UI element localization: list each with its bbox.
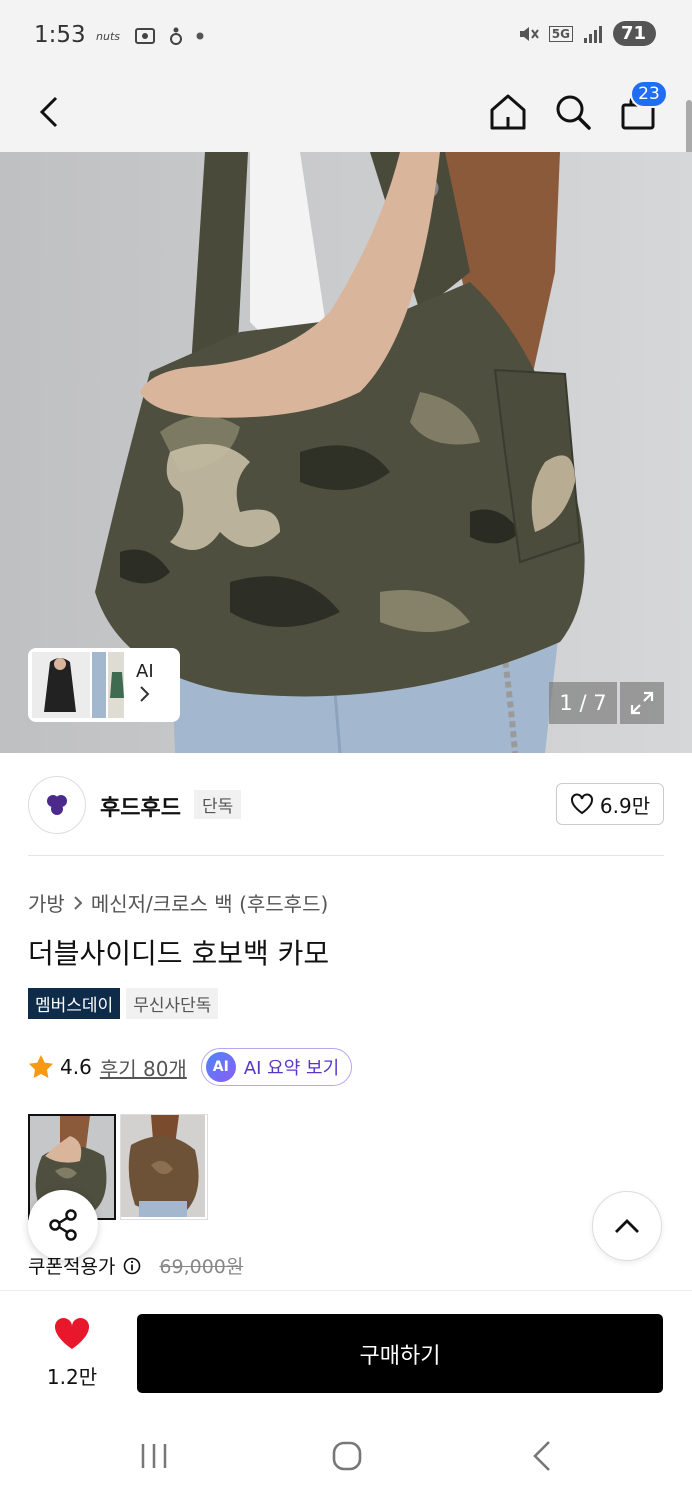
thumbnail-preview [32,652,124,718]
back-button[interactable] [22,84,78,140]
status-system-icons: 5G 71 [517,21,656,46]
ai-thumbnails-card[interactable]: AI [28,648,180,722]
home-icon [490,94,526,130]
recent-apps-icon [141,1444,167,1468]
wishlist-button[interactable]: 1.2만 [28,1317,116,1390]
heart-outline-icon [570,793,593,815]
home-circle-icon [332,1441,362,1471]
battery-indicator: 71 [612,21,656,46]
heart-filled-icon [54,1317,90,1349]
ai-summary-button[interactable]: AI AI 요약 보기 [200,1048,353,1086]
brand-like-count: 6.9만 [599,793,651,818]
info-icon [124,1257,141,1274]
brand-logo-icon [47,795,67,815]
rating-row: 4.6 후기 80개 AI AI 요약 보기 [28,1048,353,1086]
breadcrumb-subcategory[interactable]: 메신저/크로스 백 (후드후드) [91,888,328,917]
ai-summary-label: AI 요약 보기 [243,1058,340,1079]
search-button[interactable] [545,84,601,140]
buy-button[interactable]: 구매하기 [137,1314,663,1393]
signal-icon [583,25,602,43]
scrollbar[interactable] [686,100,692,160]
coupon-price-row: 쿠폰적용가 69,000원 [28,1252,243,1279]
ai-thumbnails-label: AI [136,659,154,711]
recent-apps-button[interactable] [124,1434,184,1478]
color-option-brown[interactable] [120,1114,208,1220]
screenshot-icon [135,28,155,44]
home-nav-button[interactable] [317,1434,377,1478]
gallery-page-indicator: 1 / 7 [549,682,617,724]
members-day-badge: 멤버스데이 [28,988,121,1019]
status-notification-icons: nuts [96,26,204,46]
back-chevron-icon [533,1441,550,1471]
expand-icon [630,691,654,715]
product-title: 더블사이디드 호보백 카모 [28,937,330,970]
svg-text:nuts: nuts [96,30,120,43]
reviews-link[interactable]: 후기 80개 [100,1053,187,1082]
cart-count-badge: 23 [630,80,668,108]
app-notification-icon: nuts [96,30,120,43]
share-icon [49,1209,77,1241]
star-icon [29,1055,53,1078]
scroll-to-top-button[interactable] [592,1191,662,1261]
status-time: 1:53 [34,22,86,48]
musinsa-exclusive-badge: 무신사단독 [126,988,219,1019]
brand-logo[interactable] [28,776,86,834]
ai-icon: AI [205,1052,236,1082]
product-badges: 멤버스데이 무신사단독 [28,988,219,1019]
original-price: 69,000원 [159,1256,244,1278]
system-nav-bar [0,1410,692,1500]
app-header: 23 [0,74,692,152]
color-option-brown-image [121,1115,205,1217]
exclusive-tag: 단독 [194,790,242,819]
chevron-right-icon [74,895,83,910]
home-button[interactable] [480,84,536,140]
mute-icon [519,26,539,41]
back-nav-button[interactable] [512,1434,572,1478]
chevron-right-icon [140,686,150,702]
fullscreen-button[interactable] [620,682,664,724]
brand-like-button[interactable]: 6.9만 [556,783,664,825]
accessibility-icon [170,27,182,45]
chevron-up-icon [615,1219,639,1233]
breadcrumb-category[interactable]: 가방 [28,888,65,917]
search-icon [556,95,591,130]
wishlist-count: 1.2만 [46,1365,98,1389]
brand-name[interactable]: 후드후드 [100,790,181,822]
coupon-price-label: 쿠폰적용가 [28,1256,116,1278]
share-button[interactable] [28,1190,98,1260]
bottom-action-bar: 1.2만 구매하기 [0,1290,692,1410]
product-image-gallery[interactable]: AI 1 / 7 [0,152,692,753]
divider [28,855,664,856]
chevron-left-icon [39,96,58,128]
status-bar: 1:53 nuts 5G 71 [0,0,692,74]
breadcrumb: 가방 메신저/크로스 백 (후드후드) [28,888,328,917]
network-type-label: 5G [548,25,573,42]
brand-row: 후드후드 단독 6.9만 [28,776,664,834]
rating-value: 4.6 [60,1055,92,1079]
cart-button[interactable]: 23 [610,80,668,140]
dot-icon [196,32,204,40]
